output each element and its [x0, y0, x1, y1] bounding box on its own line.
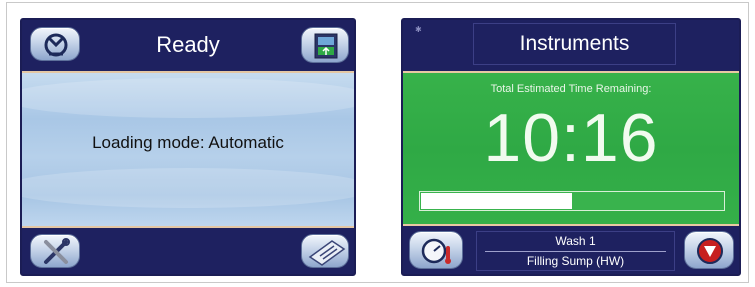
progress-fill [421, 193, 572, 209]
status-box: Wash 1 Filling Sump (HW) [476, 231, 675, 271]
title-box: Instruments [473, 23, 676, 65]
time-remaining-value: 10:16 [483, 100, 659, 176]
clipboard-icon [308, 240, 346, 266]
message-area: Loading mode: Automatic [22, 71, 354, 228]
stop-button[interactable] [684, 231, 734, 269]
unload-button[interactable] [301, 27, 349, 63]
ready-screen: Ready Loading mode: Automatic [20, 18, 356, 276]
tools-button[interactable] [30, 234, 80, 268]
bottom-bar: Wash 1 Filling Sump (HW) [403, 224, 739, 274]
thermometer-gauge-icon [421, 238, 451, 264]
progress-bar [419, 191, 725, 211]
filling-status: Filling Sump (HW) [526, 254, 625, 268]
cycle-button[interactable] [30, 27, 80, 61]
cycle-arrows-icon [44, 33, 68, 57]
stop-icon [697, 238, 723, 264]
status-separator [485, 251, 666, 252]
clipboard-button[interactable] [301, 234, 349, 268]
tools-icon [44, 238, 70, 264]
instruments-screen: ✱ Instruments Total Estimated Time Remai… [401, 18, 741, 276]
background-wave [22, 78, 354, 118]
bottom-bar [22, 228, 354, 274]
unload-door-icon [314, 33, 338, 59]
corner-marker: ✱ [415, 25, 422, 34]
background-wave [22, 168, 354, 208]
wash-step: Wash 1 [555, 234, 596, 248]
loading-mode-text: Loading mode: Automatic [92, 133, 284, 152]
time-remaining-area: Total Estimated Time Remaining: 10:16 [403, 71, 739, 226]
screen-title: Instruments [519, 32, 630, 55]
time-remaining-label: Total Estimated Time Remaining: [490, 83, 652, 95]
top-bar: Ready [22, 20, 354, 71]
temperature-button[interactable] [409, 231, 463, 269]
